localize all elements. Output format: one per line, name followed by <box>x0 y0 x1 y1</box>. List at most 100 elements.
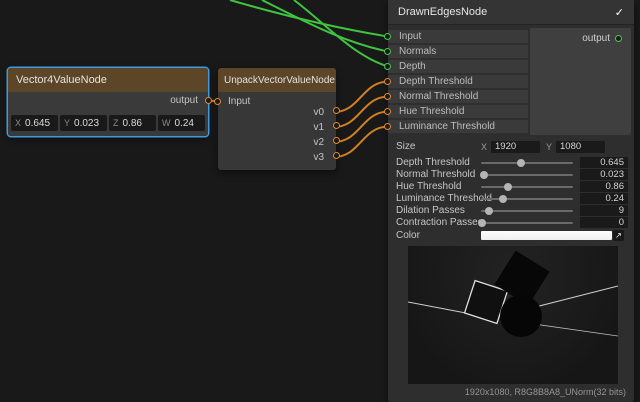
y-field[interactable]: Y 0.023 <box>60 115 107 131</box>
port-row-v1: v1 <box>313 121 324 134</box>
depth-port-label: Depth <box>399 61 426 72</box>
preview-render <box>408 246 618 384</box>
luminance-threshold-label: Luminance Threshold <box>396 193 492 205</box>
size-label: Size <box>396 141 415 153</box>
dilation-passes-handle[interactable] <box>485 207 493 215</box>
output-port-label: output <box>582 33 610 44</box>
port-row-depth: Depth <box>388 60 528 73</box>
depth-port[interactable] <box>384 63 391 70</box>
x-field[interactable]: X 0.645 <box>11 115 58 131</box>
unpack-vector-value-node[interactable]: UnpackVectorValueNode Input v0 v1 v2 v3 <box>218 68 336 170</box>
node-title[interactable]: UnpackVectorValueNode <box>218 68 336 92</box>
size-y-label: Y <box>546 141 552 153</box>
node-body: output X 0.645 Y 0.023 Z 0.86 W 0.24 <box>8 92 208 136</box>
x-field-label: X <box>15 118 21 128</box>
vector4-value-node[interactable]: Vector4ValueNode output X 0.645 Y 0.023 … <box>8 68 208 136</box>
port-row-depth-threshold: Depth Threshold <box>388 75 528 88</box>
x-field-value: 0.645 <box>25 118 50 129</box>
preview-image <box>408 246 618 384</box>
expand-icon[interactable]: ↗ <box>613 230 624 241</box>
hue-threshold-slider[interactable] <box>481 186 573 188</box>
output-port[interactable] <box>205 97 212 104</box>
luminance-threshold-port-label: Luminance Threshold <box>399 121 495 132</box>
size-x-field[interactable]: 1920 <box>491 141 540 153</box>
z-field-label: Z <box>113 118 119 128</box>
output-port-row: output <box>170 95 198 106</box>
normal-threshold-value[interactable]: 0.023 <box>580 169 628 180</box>
v1-port-label: v1 <box>313 122 324 133</box>
node-title: DrawnEdgesNode <box>398 6 487 18</box>
luminance-threshold-value[interactable]: 0.24 <box>580 193 628 204</box>
dilation-passes-value[interactable]: 9 <box>580 205 628 216</box>
color-row: Color ↗ <box>388 230 634 242</box>
luminance-threshold-handle[interactable] <box>499 195 507 203</box>
depth-threshold-value[interactable]: 0.645 <box>580 157 628 168</box>
port-row-normal-threshold: Normal Threshold <box>388 90 528 103</box>
depth-threshold-slider[interactable] <box>481 162 573 164</box>
depth-threshold-row: Depth Threshold 0.645 <box>388 157 634 169</box>
v3-port-label: v3 <box>313 152 324 163</box>
v2-port[interactable] <box>333 137 340 144</box>
normals-port[interactable] <box>384 48 391 55</box>
hue-threshold-label: Hue Threshold <box>396 181 461 193</box>
graph-canvas[interactable]: Vector4ValueNode output X 0.645 Y 0.023 … <box>0 0 640 402</box>
contraction-passes-value[interactable]: 0 <box>580 217 628 228</box>
contraction-passes-row: Contraction Passes 0 <box>388 217 634 229</box>
dilation-passes-row: Dilation Passes 9 <box>388 205 634 217</box>
hue-threshold-row: Hue Threshold 0.86 <box>388 181 634 193</box>
port-row-v3: v3 <box>313 151 324 164</box>
hue-threshold-port-label: Hue Threshold <box>399 106 464 117</box>
hue-threshold-value[interactable]: 0.86 <box>580 181 628 192</box>
w-field[interactable]: W 0.24 <box>158 115 205 131</box>
luminance-threshold-slider[interactable] <box>481 198 573 200</box>
y-field-value: 0.023 <box>74 118 99 129</box>
node-body: Input v0 v1 v2 v3 <box>218 92 336 170</box>
hue-threshold-handle[interactable] <box>504 183 512 191</box>
normal-threshold-slider[interactable] <box>481 174 573 176</box>
output-port[interactable] <box>615 35 622 42</box>
dilation-passes-label: Dilation Passes <box>396 205 465 217</box>
input-port-label: Input <box>228 96 250 107</box>
v1-port[interactable] <box>333 122 340 129</box>
input-port[interactable] <box>214 98 221 105</box>
output-port-row: output <box>582 33 622 44</box>
contraction-passes-handle[interactable] <box>478 219 486 227</box>
contraction-passes-slider[interactable] <box>481 222 573 224</box>
hue-threshold-port[interactable] <box>384 108 391 115</box>
z-field-value: 0.86 <box>123 118 142 129</box>
port-row-v2: v2 <box>313 136 324 149</box>
v2-port-label: v2 <box>313 137 324 148</box>
depth-threshold-handle[interactable] <box>517 159 525 167</box>
size-y-field[interactable]: 1080 <box>556 141 605 153</box>
port-row-v0: v0 <box>313 106 324 119</box>
z-field[interactable]: Z 0.86 <box>109 115 156 131</box>
luminance-threshold-row: Luminance Threshold 0.24 <box>388 193 634 205</box>
dilation-passes-slider[interactable] <box>481 210 573 212</box>
v0-port-label: v0 <box>313 107 324 118</box>
color-swatch[interactable] <box>481 231 612 240</box>
size-row: Size X 1920 Y 1080 <box>388 141 634 153</box>
check-icon[interactable]: ✓ <box>615 6 624 19</box>
normal-threshold-row: Normal Threshold 0.023 <box>388 169 634 181</box>
depth-threshold-label: Depth Threshold <box>396 157 470 169</box>
vector-fields: X 0.645 Y 0.023 Z 0.86 W 0.24 <box>11 115 205 131</box>
normal-threshold-port[interactable] <box>384 93 391 100</box>
port-row-hue-threshold: Hue Threshold <box>388 105 528 118</box>
depth-threshold-port[interactable] <box>384 78 391 85</box>
node-title-bar[interactable]: DrawnEdgesNode ✓ <box>388 0 634 25</box>
drawn-edges-node[interactable]: DrawnEdgesNode ✓ Input Normals Depth Dep… <box>388 0 634 402</box>
input-port[interactable] <box>384 33 391 40</box>
node-title[interactable]: Vector4ValueNode <box>8 68 208 92</box>
w-field-label: W <box>162 118 171 128</box>
v0-port[interactable] <box>333 107 340 114</box>
normal-threshold-handle[interactable] <box>480 171 488 179</box>
depth-threshold-port-label: Depth Threshold <box>399 76 473 87</box>
w-field-value: 0.24 <box>175 118 194 129</box>
input-port-label: Input <box>399 31 421 42</box>
preview-caption: 1920x1080, R8G8B8A8_UNorm(32 bits) <box>465 387 626 397</box>
sphere-silhouette <box>500 295 542 337</box>
wire-input[interactable] <box>230 0 388 37</box>
v3-port[interactable] <box>333 152 340 159</box>
port-row-luminance-threshold: Luminance Threshold <box>388 120 528 133</box>
luminance-threshold-port[interactable] <box>384 123 391 130</box>
